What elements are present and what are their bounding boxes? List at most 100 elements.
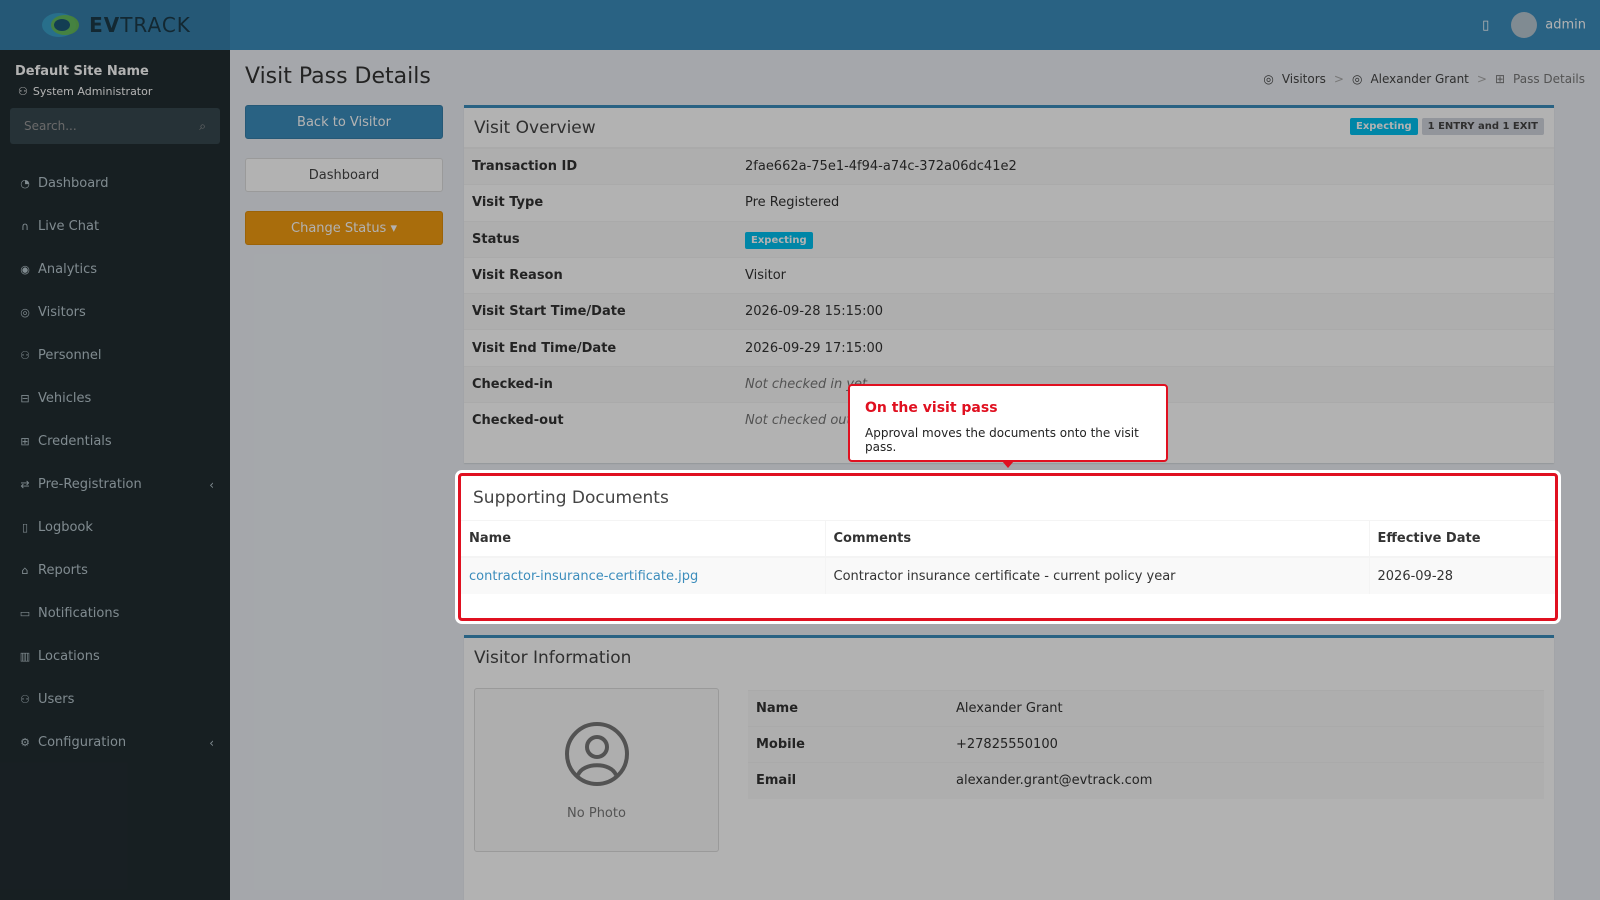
change-status-button[interactable]: Change Status ▾ [245, 211, 443, 245]
table-row: Transaction ID 2fae662a-75e1-4f94-a74c-37… [464, 147, 1554, 185]
logo-text: TRACK [120, 13, 191, 37]
sidebar-item-label: Users [38, 692, 75, 707]
visitor-mobile-value: +27825550100 [948, 726, 1544, 763]
sidebar-menu: ◔ Dashboard ∩ Live Chat ◉ Analytics ◎ Visito… [0, 162, 230, 764]
back-to-visitor-button[interactable]: Back to Visitor [245, 105, 443, 139]
sidebar-item-visitors[interactable]: ◎ Visitors [0, 291, 230, 334]
sidebar-item-label: Live Chat [38, 219, 100, 234]
table-row: contractor-insurance-certificate.jpg Con… [461, 556, 1555, 594]
column-header-effective-date: Effective Date [1368, 521, 1555, 558]
visit-type-value: Pre Registered [737, 184, 1554, 222]
credential-icon: ⊞ [1494, 72, 1506, 86]
tooltip-body: Approval moves the documents onto the vi… [865, 426, 1139, 454]
tour-tooltip: On the visit pass Approval moves the doc… [848, 384, 1168, 468]
breadcrumb: ◎ Visitors > ◎ Alexander Grant > ⊞ Pass Detai… [1263, 72, 1585, 86]
sidebar-item-label: Personnel [38, 348, 102, 363]
sidebar-item-vehicles[interactable]: ⊟ Vehicles [0, 377, 230, 420]
user-name: admin [1545, 17, 1586, 33]
table-row: Name Alexander Grant [748, 690, 1544, 727]
row-label: Visit Type [464, 184, 737, 222]
search-input[interactable]: Search... [24, 119, 77, 133]
row-label: Visit End Time/Date [464, 329, 737, 367]
row-label: Status [464, 220, 737, 258]
visitor-information-box: Visitor Information No Photo Name Alexand… [464, 635, 1554, 900]
sidebar-item-live-chat[interactable]: ∩ Live Chat [0, 205, 230, 248]
sidebar-item-label: Vehicles [38, 391, 92, 406]
supporting-documents-box: Supporting Documents Name Comments Effec… [458, 473, 1558, 621]
visitor-info-table: Name Alexander Grant Mobile +27825550100 E… [748, 690, 1544, 799]
visitor-name-value: Alexander Grant [948, 690, 1544, 727]
eye-icon: ◎ [20, 306, 30, 319]
cog-icon: ⚙ [20, 736, 30, 749]
sidebar-item-users[interactable]: ⚇ Users [0, 678, 230, 721]
eye-icon: ◎ [1263, 72, 1274, 86]
sidebar-item-locations[interactable]: ▥ Locations [0, 635, 230, 678]
table-row: Visit Reason Visitor [464, 256, 1554, 294]
sidebar-item-label: Analytics [38, 262, 98, 277]
sidebar-item-label: Reports [38, 563, 88, 578]
documents-table: Name Comments Effective Date contractor-… [461, 521, 1555, 594]
table-row: Visit Type Pre Registered [464, 184, 1554, 222]
row-label: Transaction ID [464, 147, 737, 185]
user-circle-icon [564, 721, 629, 786]
document-effective-date: 2026-09-28 [1368, 556, 1555, 594]
chat-icon: ▭ [19, 607, 31, 620]
headset-icon: ∩ [20, 220, 30, 233]
car-icon: ⊟ [20, 392, 30, 405]
sidebar-item-analytics[interactable]: ◉ Analytics [0, 248, 230, 291]
sidebar-item-logbook[interactable]: ▯ Logbook [0, 506, 230, 549]
table-row: Mobile +27825550100 [748, 726, 1544, 763]
breadcrumb-separator: > [1476, 72, 1487, 86]
breadcrumb-visitor[interactable]: Alexander Grant [1370, 72, 1468, 86]
sidebar-item-label: Configuration [38, 735, 127, 750]
table-row: Status Expecting [464, 220, 1554, 258]
logo-text-bold: EV [89, 13, 121, 37]
visitor-information-title: Visitor Information [474, 648, 632, 668]
sidebar-item-label: Notifications [38, 606, 120, 621]
document-link[interactable]: contractor-insurance-certificate.jpg [469, 569, 698, 584]
search-icon[interactable]: ⌕ [199, 119, 206, 134]
sidebar-item-reports[interactable]: ⌂ Reports [0, 549, 230, 592]
map-icon: ▥ [19, 650, 31, 663]
row-label: Name [748, 690, 948, 727]
row-label: Checked-in [464, 365, 737, 403]
dashboard-button[interactable]: Dashboard [245, 158, 443, 192]
transaction-id-value: 2fae662a-75e1-4f94-a74c-372a06dc41e2 [737, 147, 1554, 185]
sidebar: Default Site Name ⚇ System Administrator … [0, 50, 230, 900]
no-photo-label: No Photo [567, 805, 626, 821]
user-menu[interactable]: admin [1511, 12, 1586, 38]
users-icon: ⚇ [20, 693, 30, 706]
sidebar-item-label: Credentials [38, 434, 112, 449]
visitor-email-value: alexander.grant@evtrack.com [948, 762, 1544, 799]
table-row: Visit Start Time/Date 2026-09-28 15:15:00 [464, 293, 1554, 330]
sidebar-search[interactable]: Search... ⌕ [10, 108, 220, 144]
sidebar-item-dashboard[interactable]: ◔ Dashboard [0, 162, 230, 205]
document-comments: Contractor insurance certificate - curre… [824, 556, 1369, 594]
chevron-left-icon: ‹ [209, 735, 214, 750]
sidebar-item-pre-registration[interactable]: ⇄ Pre-Registration ‹ [0, 463, 230, 506]
sidebar-item-credentials[interactable]: ⊞ Credentials [0, 420, 230, 463]
breadcrumb-visitors[interactable]: Visitors [1282, 72, 1326, 86]
status-badge: Expecting [745, 231, 813, 249]
sidebar-item-notifications[interactable]: ▭ Notifications [0, 592, 230, 635]
building-icon[interactable]: ▯ [1482, 18, 1489, 33]
site-name: Default Site Name [15, 64, 149, 79]
sidebar-item-label: Pre-Registration [38, 477, 142, 492]
dashboard-icon: ◔ [20, 177, 30, 190]
sidebar-item-label: Visitors [38, 305, 86, 320]
row-label: Email [748, 762, 948, 799]
breadcrumb-current: Pass Details [1513, 72, 1585, 86]
breadcrumb-separator: > [1333, 72, 1344, 86]
sidebar-item-label: Dashboard [38, 176, 109, 191]
personnel-icon: ⚇ [20, 349, 30, 362]
visitor-photo-placeholder: No Photo [474, 688, 719, 852]
tooltip-title: On the visit pass [865, 400, 998, 416]
sidebar-item-personnel[interactable]: ⚇ Personnel [0, 334, 230, 377]
column-header-comments: Comments [824, 521, 1369, 558]
analytics-icon: ◉ [20, 263, 30, 276]
sidebar-item-configuration[interactable]: ⚙ Configuration ‹ [0, 721, 230, 764]
logo[interactable]: EVTRACK [0, 0, 230, 50]
user-icon: ⚇ [18, 85, 28, 98]
top-navbar: EVTRACK ▯ admin [0, 0, 1600, 50]
reports-icon: ⌂ [21, 564, 29, 577]
